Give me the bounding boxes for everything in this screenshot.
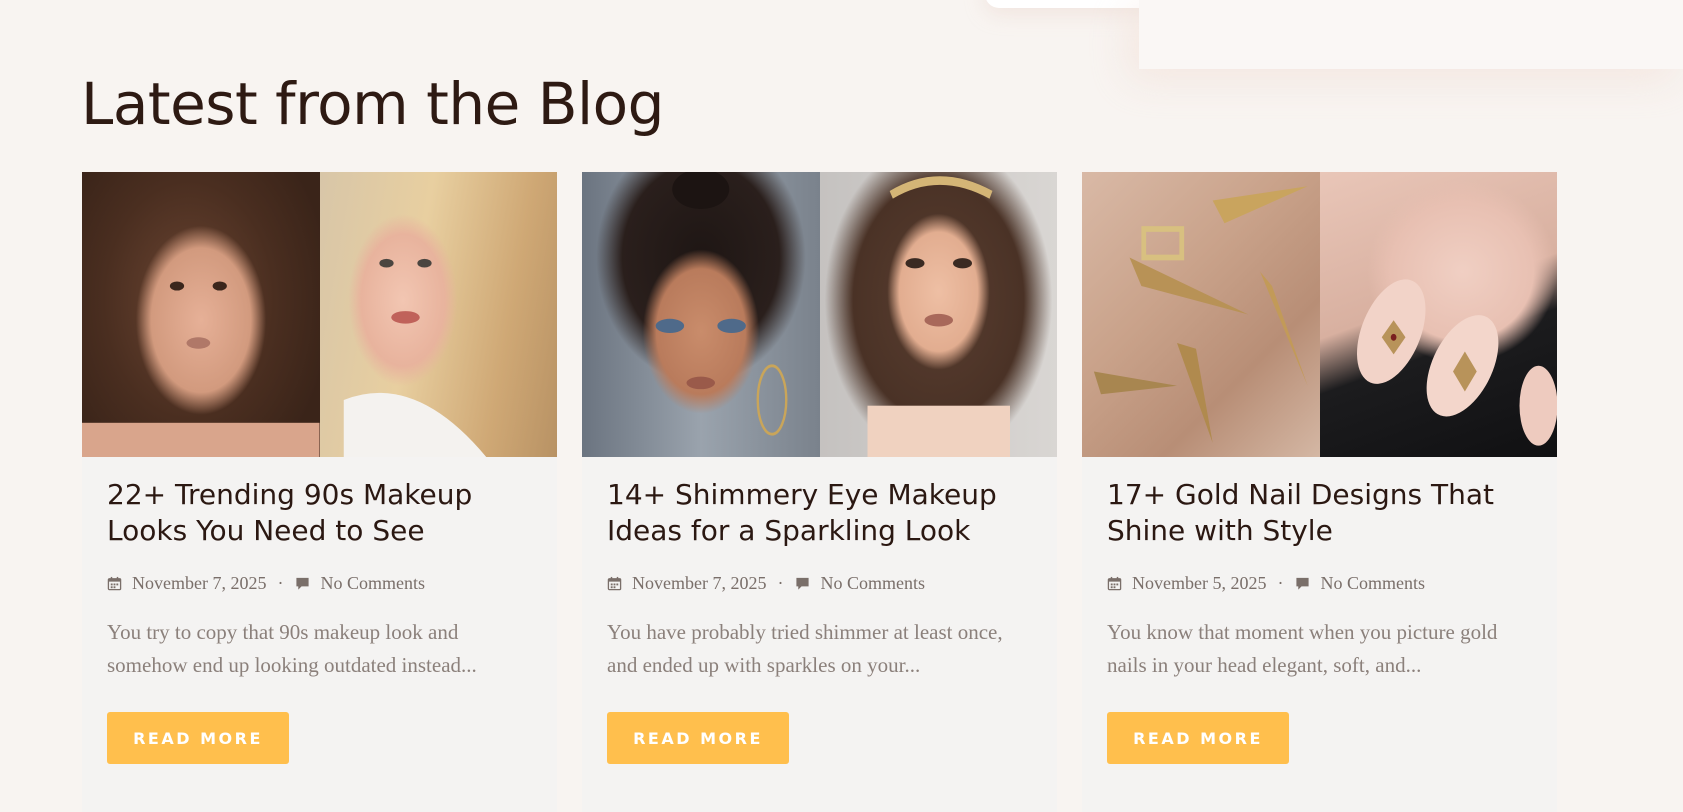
post-excerpt: You have probably tried shimmer at least… — [607, 620, 1003, 677]
post-comments[interactable]: No Comments — [320, 573, 425, 594]
calendar-icon — [107, 576, 122, 591]
thumbnail-photo-right — [319, 172, 557, 457]
thumbnail-photo-left — [82, 172, 320, 457]
comment-icon — [795, 576, 810, 591]
post-title[interactable]: 22+ Trending 90s Makeup Looks You Need t… — [107, 477, 532, 549]
thumbnail-photo-left — [1082, 172, 1320, 457]
blog-card: 22+ Trending 90s Makeup Looks You Need t… — [82, 172, 557, 812]
top-right-panel — [1139, 0, 1683, 69]
blog-card: 17+ Gold Nail Designs That Shine with St… — [1082, 172, 1557, 812]
read-more-button[interactable]: READ MORE — [107, 712, 289, 764]
calendar-icon — [1107, 576, 1122, 591]
thumbnail-photo-right — [1319, 172, 1557, 457]
meta-separator: · — [1277, 573, 1284, 593]
post-meta: November 7, 2025 · No Comments — [107, 573, 532, 594]
post-date: November 5, 2025 — [1132, 573, 1267, 593]
section-title: Latest from the Blog — [81, 70, 664, 138]
read-more-button[interactable]: READ MORE — [607, 712, 789, 764]
post-meta: November 5, 2025 · No Comments — [1107, 573, 1532, 594]
post-title[interactable]: 14+ Shimmery Eye Makeup Ideas for a Spar… — [607, 477, 1032, 549]
post-excerpt: You know that moment when you picture go… — [1107, 620, 1498, 677]
blog-card: 14+ Shimmery Eye Makeup Ideas for a Spar… — [582, 172, 1057, 812]
post-meta: November 7, 2025 · No Comments — [607, 573, 1032, 594]
post-thumbnail[interactable] — [82, 172, 557, 457]
thumbnail-photo-right — [819, 172, 1057, 457]
post-excerpt: You try to copy that 90s makeup look and… — [107, 620, 477, 677]
post-comments[interactable]: No Comments — [820, 573, 925, 594]
meta-separator: · — [277, 573, 284, 593]
read-more-button[interactable]: READ MORE — [1107, 712, 1289, 764]
post-comments[interactable]: No Comments — [1320, 573, 1425, 594]
calendar-icon — [607, 576, 622, 591]
post-thumbnail[interactable] — [1082, 172, 1557, 457]
blog-cards: 22+ Trending 90s Makeup Looks You Need t… — [82, 172, 1557, 812]
post-title[interactable]: 17+ Gold Nail Designs That Shine with St… — [1107, 477, 1532, 549]
post-date: November 7, 2025 — [132, 573, 267, 593]
post-thumbnail[interactable] — [582, 172, 1057, 457]
post-date: November 7, 2025 — [632, 573, 767, 593]
meta-separator: · — [777, 573, 784, 593]
comment-icon — [295, 576, 310, 591]
thumbnail-photo-left — [582, 172, 820, 457]
comment-icon — [1295, 576, 1310, 591]
